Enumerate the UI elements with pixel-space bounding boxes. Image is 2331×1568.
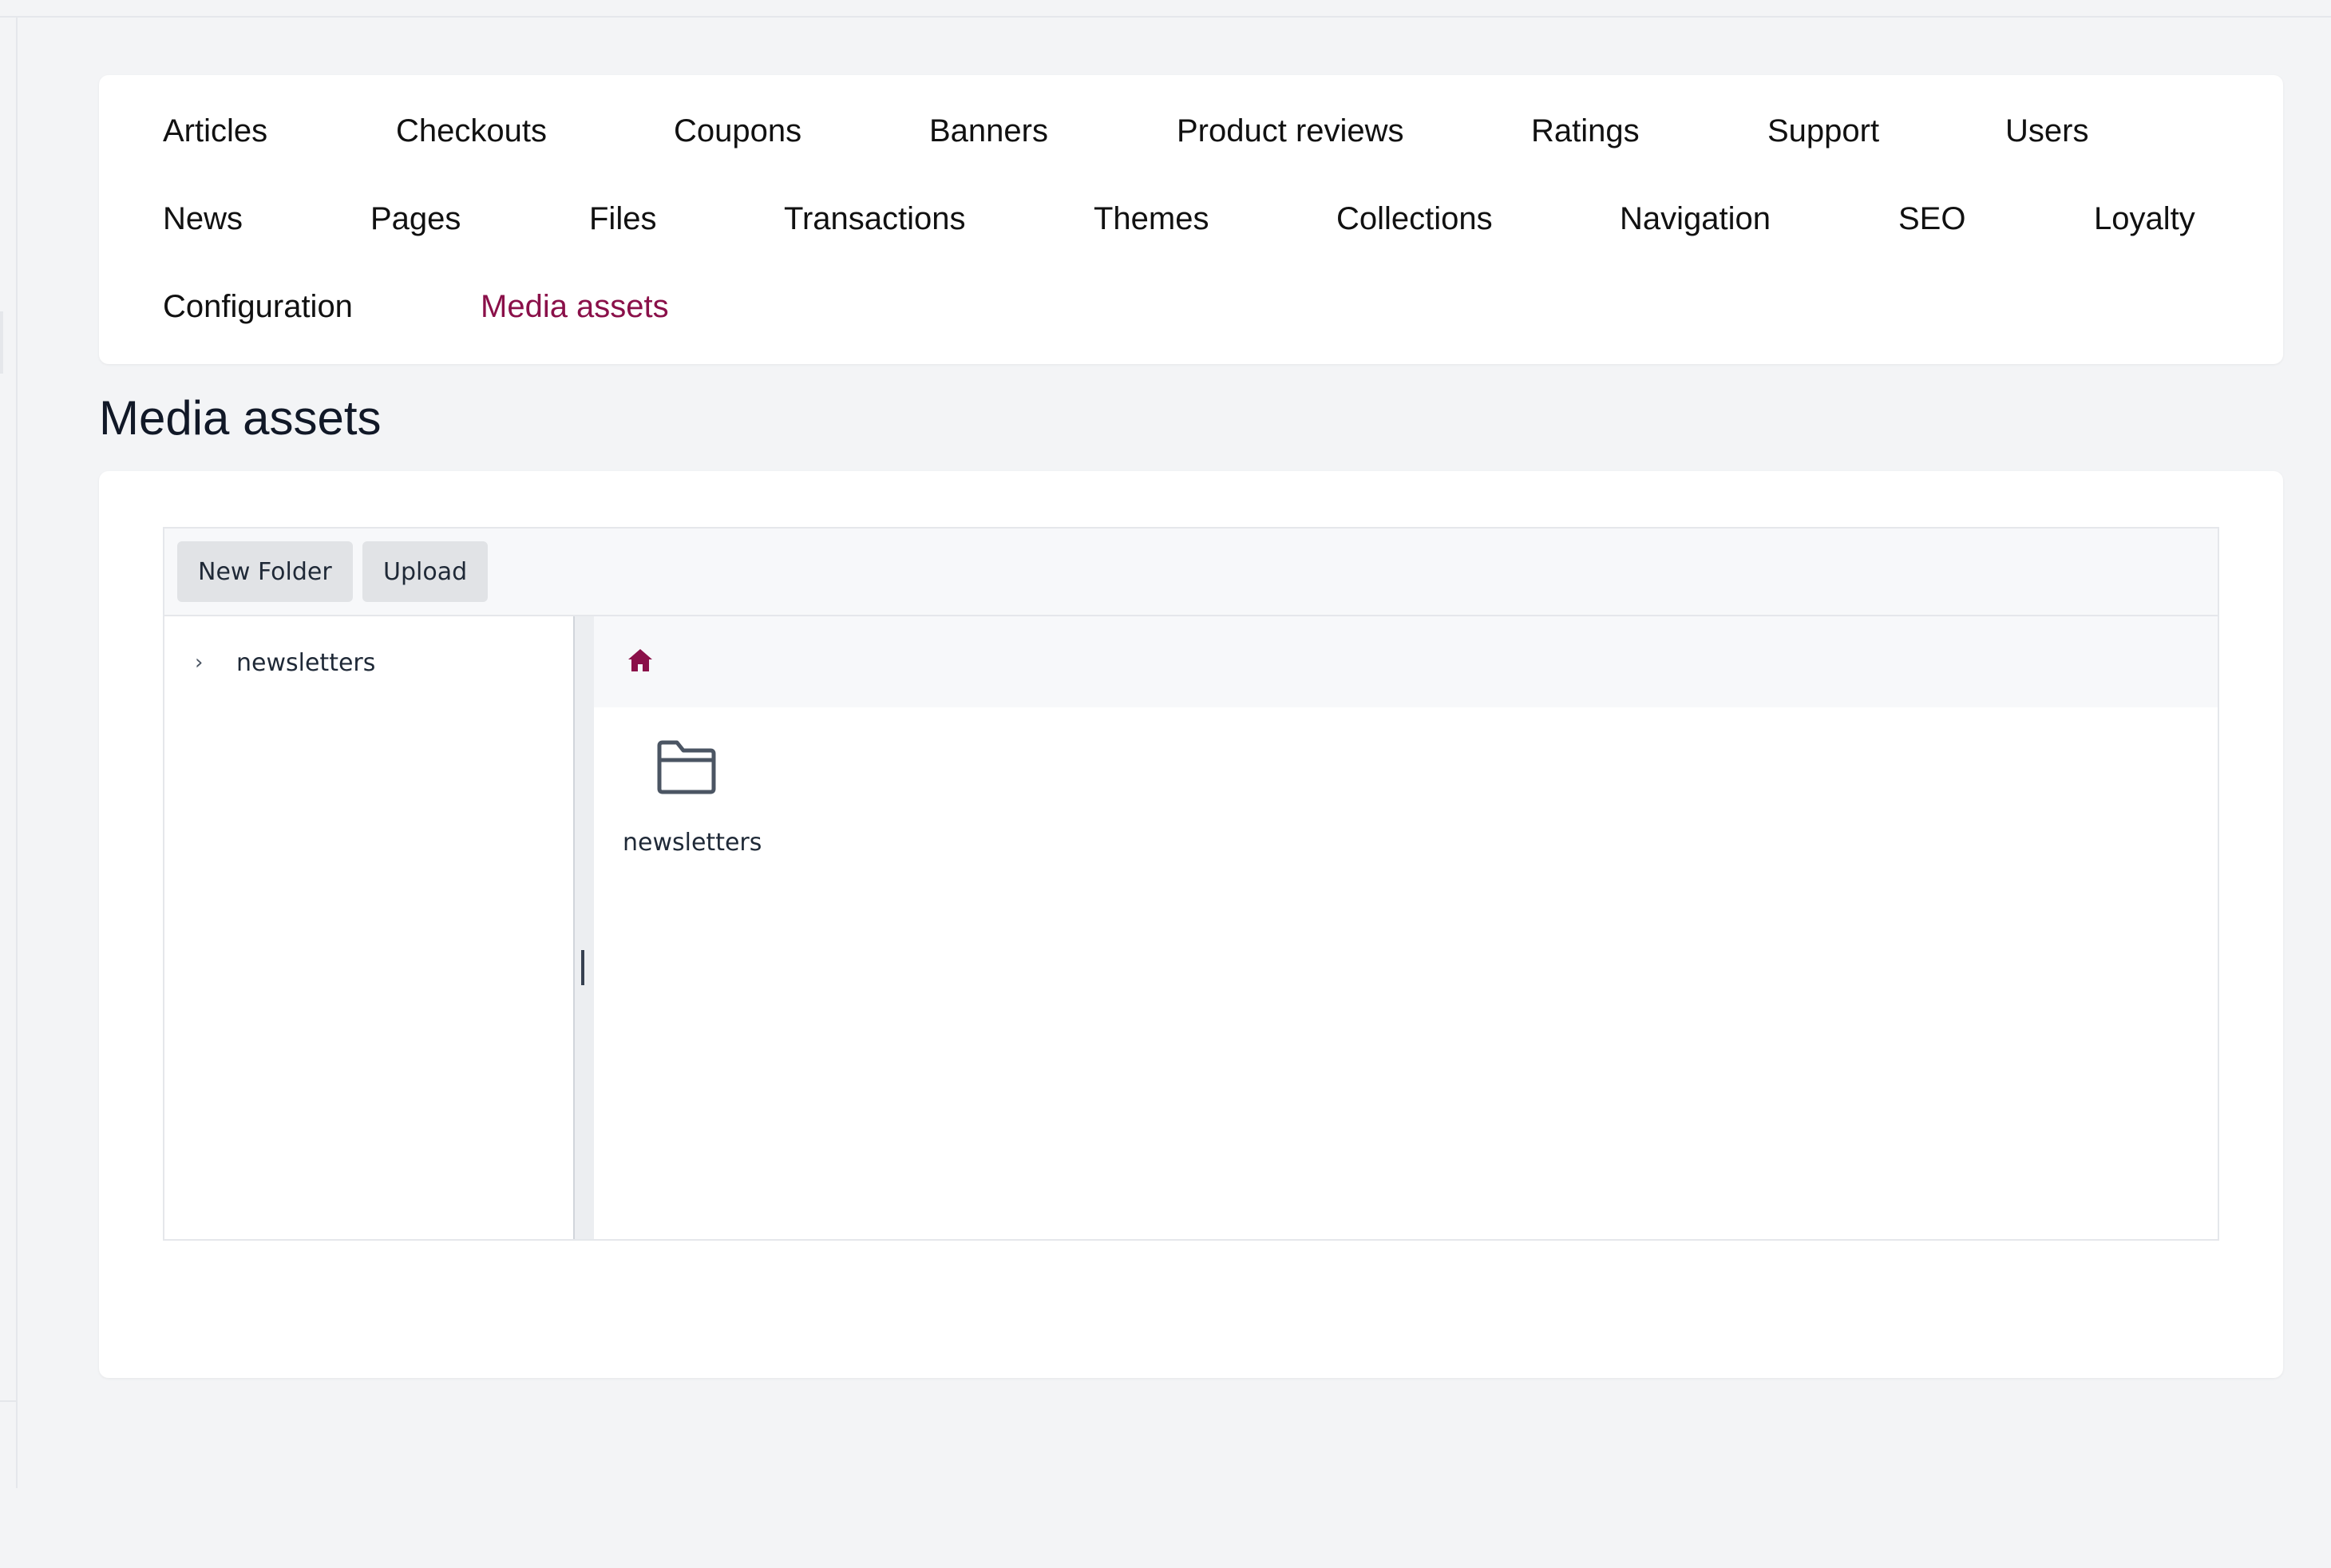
page-title: Media assets <box>99 391 382 445</box>
nav-link-collections[interactable]: Collections <box>1336 200 1493 238</box>
nav-link-coupons[interactable]: Coupons <box>674 112 801 150</box>
rail-divider <box>0 1400 18 1402</box>
nav-link-pages[interactable]: Pages <box>370 200 461 238</box>
folder-item-newsletters[interactable]: newsletters <box>623 739 762 875</box>
new-folder-button[interactable]: New Folder <box>177 541 353 602</box>
nav-link-banners[interactable]: Banners <box>929 112 1048 150</box>
upload-button[interactable]: Upload <box>362 541 489 602</box>
nav-link-seo[interactable]: SEO <box>1898 200 1965 238</box>
folder-item-label: newsletters <box>623 829 762 857</box>
folder-contents: newsletters <box>594 616 2218 1239</box>
chevron-right-icon[interactable]: › <box>195 651 236 675</box>
file-explorer: New Folder Upload › newsletters newslett… <box>163 527 2219 1241</box>
nav-link-ratings[interactable]: Ratings <box>1531 112 1640 150</box>
rail-notch <box>0 311 3 374</box>
nav-link-transactions[interactable]: Transactions <box>784 200 966 238</box>
nav-link-themes[interactable]: Themes <box>1094 200 1209 238</box>
nav-link-navigation[interactable]: Navigation <box>1620 200 1771 238</box>
nav-link-loyalty[interactable]: Loyalty <box>2094 200 2195 238</box>
nav-link-support[interactable]: Support <box>1767 112 1879 150</box>
tree-item-newsletters[interactable]: › newsletters <box>195 647 375 679</box>
nav-link-articles[interactable]: Articles <box>163 112 267 150</box>
nav-link-product-reviews[interactable]: Product reviews <box>1177 112 1404 150</box>
folder-icon <box>657 740 716 794</box>
top-bar <box>0 0 2331 18</box>
left-rail <box>0 18 18 1488</box>
nav-link-news[interactable]: News <box>163 200 243 238</box>
nav-link-media-assets[interactable]: Media assets <box>481 287 669 326</box>
resize-grip-icon <box>581 950 584 985</box>
tree-item-label: newsletters <box>236 648 376 677</box>
explorer-toolbar: New Folder Upload <box>164 529 2218 616</box>
breadcrumb <box>594 616 2218 707</box>
nav-link-users[interactable]: Users <box>2005 112 2088 150</box>
admin-nav: Articles Checkouts Coupons Banners Produ… <box>99 75 2283 364</box>
nav-link-checkouts[interactable]: Checkouts <box>396 112 547 150</box>
nav-link-files[interactable]: Files <box>589 200 656 238</box>
home-icon[interactable] <box>627 648 653 672</box>
pane-resize-handle[interactable] <box>573 616 594 1239</box>
folder-tree: › newsletters <box>164 616 573 1239</box>
nav-link-configuration[interactable]: Configuration <box>163 287 353 326</box>
media-manager-card: New Folder Upload › newsletters newslett… <box>99 471 2283 1378</box>
